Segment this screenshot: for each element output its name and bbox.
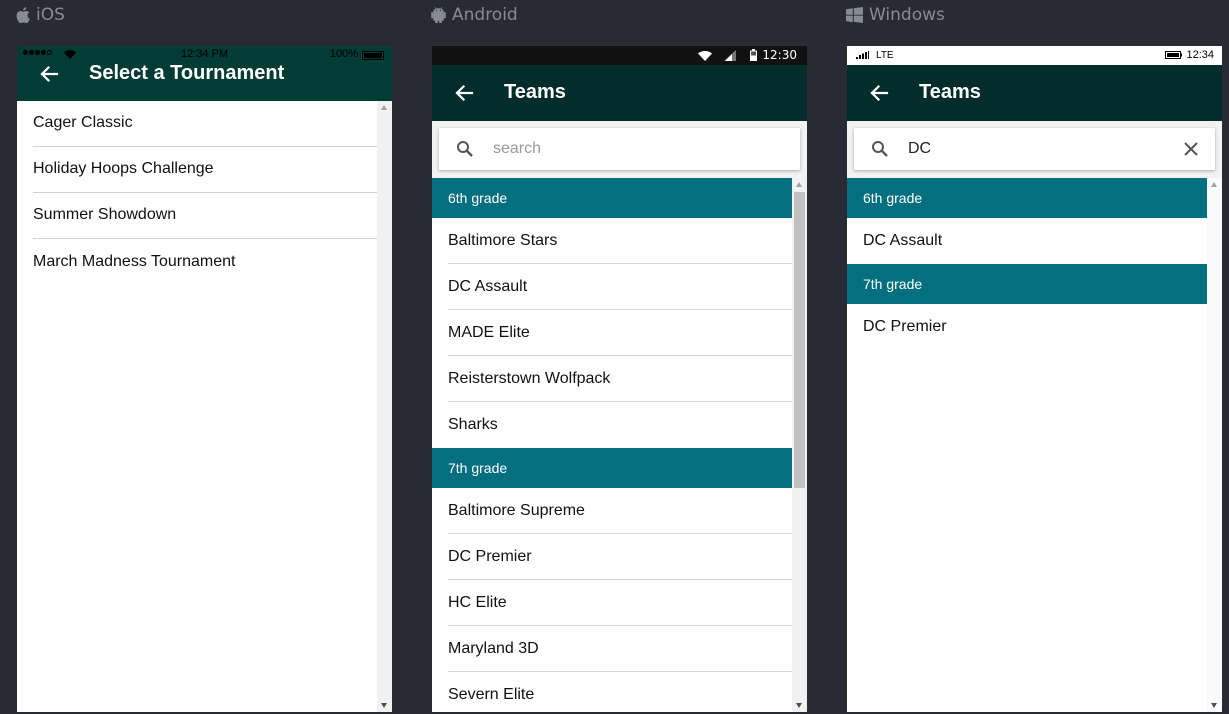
scroll-up-icon[interactable] [381,105,387,110]
list-item[interactable]: DC Premier [448,534,792,580]
list-item[interactable]: Baltimore Supreme [448,488,792,534]
search-icon [872,141,888,157]
list-item[interactable]: March Madness Tournament [33,239,377,285]
status-time: 12:30 [762,48,797,62]
ios-header: 12:34 PM 100% Select a Tournament [17,46,392,101]
grade-header: 7th grade [847,264,1207,304]
back-arrow-icon[interactable] [39,64,59,84]
list-item[interactable]: Baltimore Stars [448,218,792,264]
scrollbar[interactable] [377,101,392,712]
scroll-thumb[interactable] [794,192,805,488]
scrollbar[interactable] [792,178,807,712]
android-icon [431,7,446,23]
list-item[interactable]: Holiday Hoops Challenge [33,147,377,193]
back-arrow-icon[interactable] [454,83,474,103]
search-area [432,121,807,178]
platform-label-text: iOS [36,5,65,25]
page-title: Select a Tournament [89,62,285,84]
platform-label-windows: Windows [846,4,945,26]
list-item[interactable]: DC Assault [863,218,1207,264]
grade-header: 6th grade [847,178,1207,218]
windows-status-bar: LTE 12:34 [847,46,1222,65]
scroll-up-icon[interactable] [1211,182,1217,187]
platform-label-text: Windows [869,5,945,25]
team-list: 6th grade Baltimore Stars DC Assault MAD… [432,178,792,712]
list-item[interactable]: Maryland 3D [448,626,792,672]
android-phone: 12:30 Teams 6th grade Baltimore Stars DC… [432,46,807,712]
battery-icon [362,51,384,60]
cell-signal-icon [724,50,736,61]
ios-phone: 12:34 PM 100% Select a Tournament Cager … [17,46,392,712]
search-input[interactable] [908,136,1168,162]
search-icon [457,141,473,157]
status-time: 12:34 [1186,49,1214,61]
scroll-up-icon[interactable] [796,182,802,187]
back-arrow-icon[interactable] [869,83,889,103]
team-list: 6th grade DC Assault 7th grade DC Premie… [847,178,1207,350]
tournament-list: Cager Classic Holiday Hoops Challenge Su… [17,101,377,285]
list-item[interactable]: Reisterstown Wolfpack [448,356,792,402]
battery-icon [750,49,757,61]
scroll-down-icon[interactable] [1211,703,1217,708]
platform-label-android: Android [431,4,518,26]
list-item[interactable]: Severn Elite [448,672,792,712]
scrollbar[interactable] [1207,178,1222,712]
platform-label-ios: iOS [16,4,65,26]
windows-icon [846,7,863,23]
list-item[interactable]: MADE Elite [448,310,792,356]
list-item[interactable]: Cager Classic [33,101,377,147]
page-title: Teams [504,81,566,103]
list-item[interactable]: Sharks [448,402,792,448]
platform-label-text: Android [452,5,518,25]
search-box [439,128,800,170]
battery-percent: 100% [329,48,358,60]
network-label: LTE [876,50,894,61]
cell-signal-icon [856,51,869,59]
windows-phone: LTE 12:34 Teams 6th grade DC Assault 7th… [847,46,1222,712]
scroll-down-icon[interactable] [381,703,387,708]
battery-icon [1165,51,1182,59]
list-item[interactable]: HC Elite [448,580,792,626]
android-status-bar: 12:30 [432,46,807,65]
page-title: Teams [919,81,981,103]
grade-header: 7th grade [432,448,792,488]
clear-icon[interactable] [1183,141,1199,157]
list-item[interactable]: DC Premier [863,304,1207,350]
scroll-down-icon[interactable] [796,703,802,708]
apple-icon [16,7,30,23]
grade-header: 6th grade [432,178,792,218]
wifi-icon [698,51,712,61]
android-toolbar: Teams [432,65,807,121]
search-input[interactable] [493,136,753,162]
search-box [854,128,1215,170]
list-item[interactable]: DC Assault [448,264,792,310]
list-item[interactable]: Summer Showdown [33,193,377,239]
search-area [847,121,1222,178]
windows-toolbar: Teams [847,65,1222,121]
